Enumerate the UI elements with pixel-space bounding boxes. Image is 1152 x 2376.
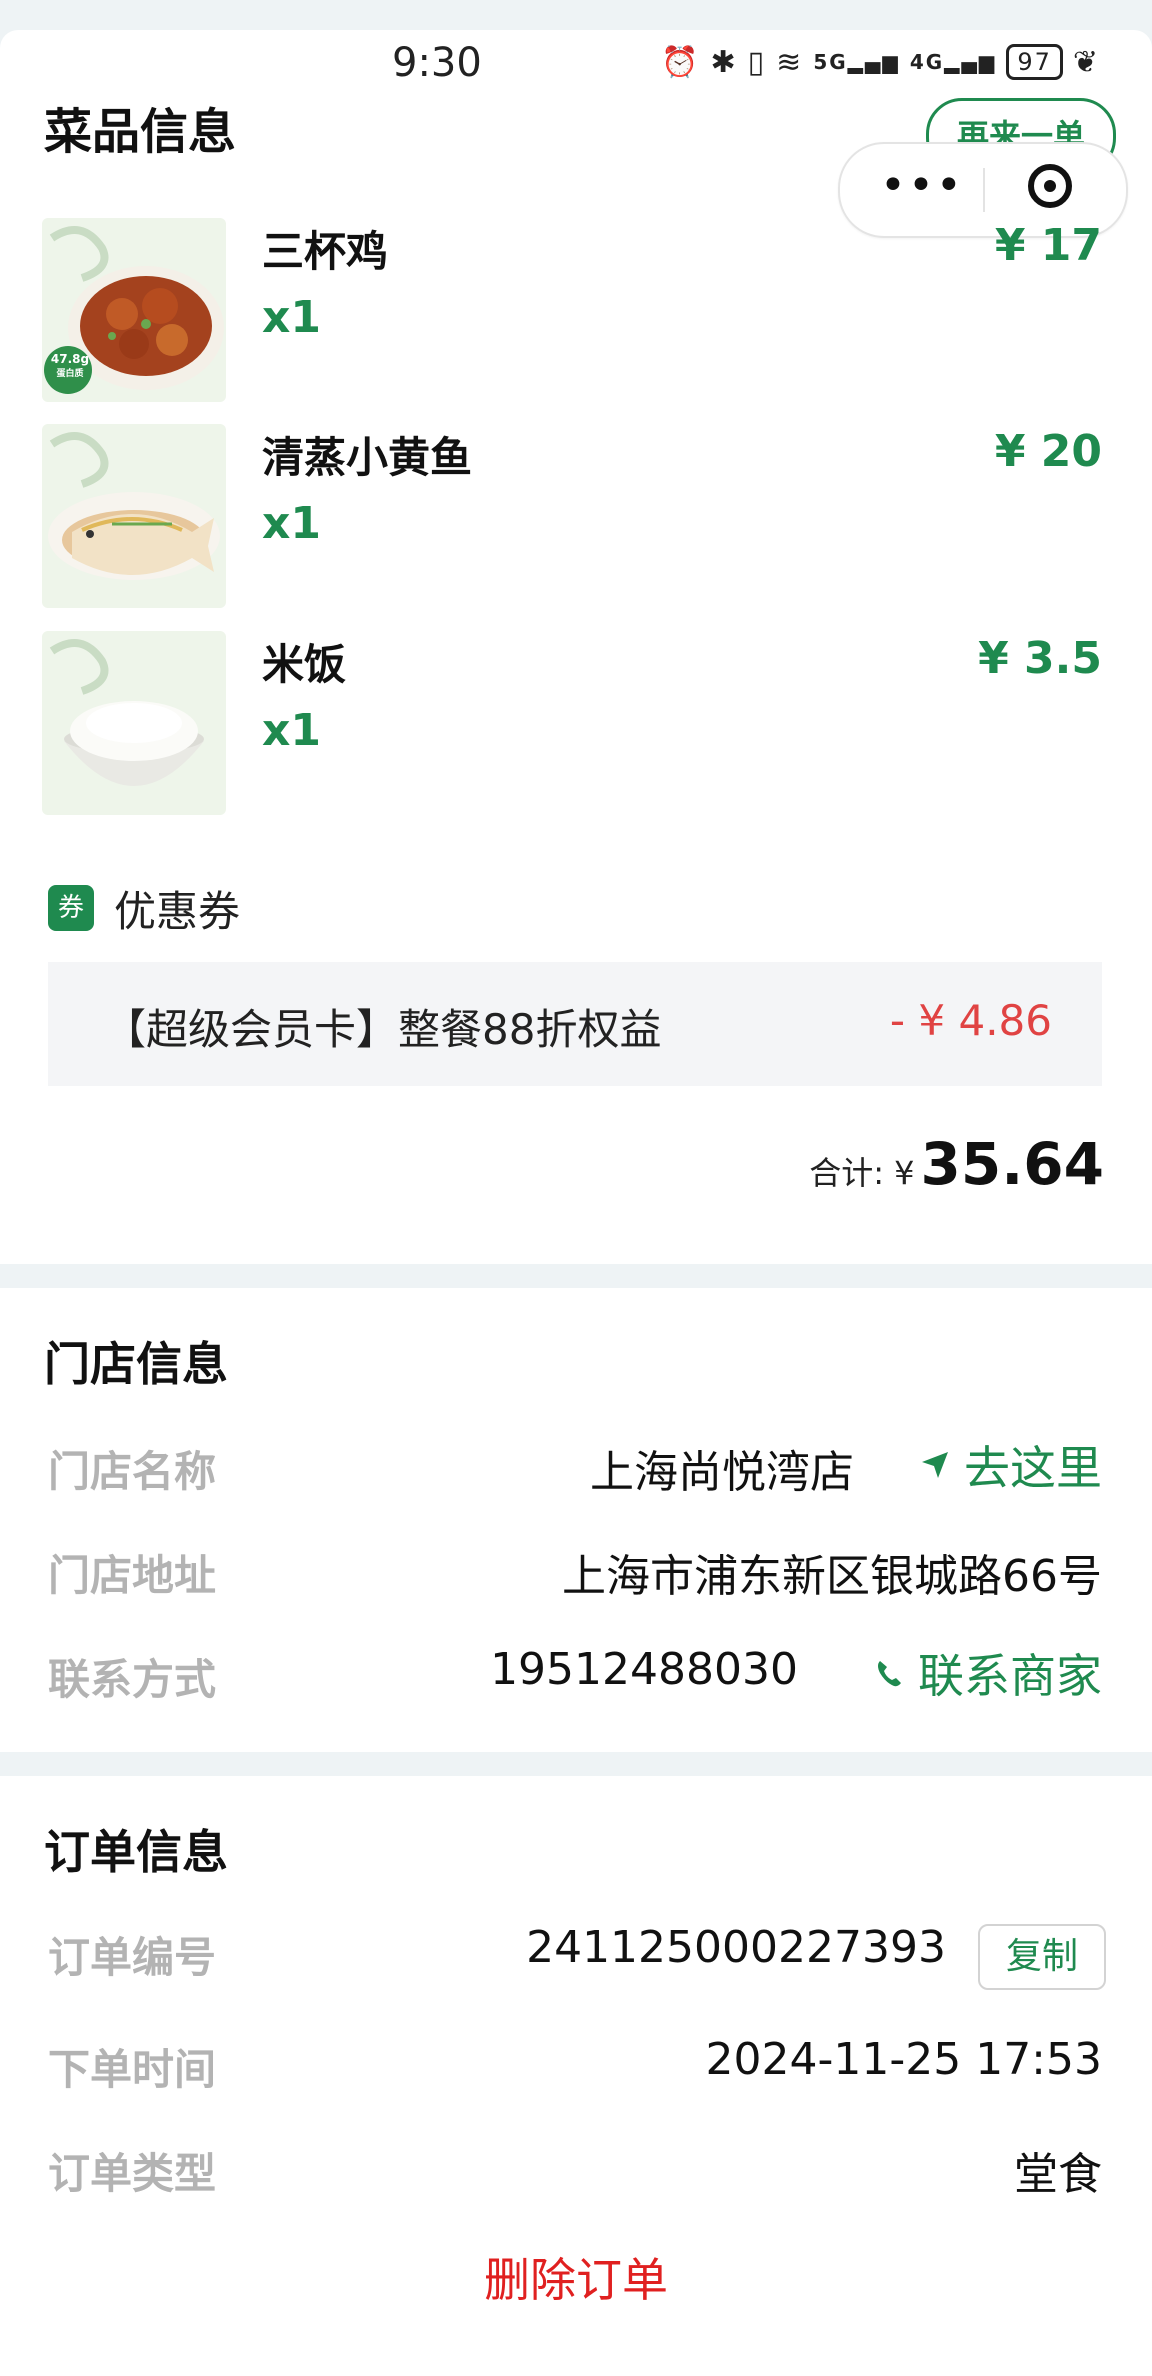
coupon-detail: 【超级会员卡】整餐88折权益 - ¥ 4.86 (48, 962, 1102, 1086)
dish-item: 米饭 x1 ¥ 3.5 (42, 631, 1102, 817)
store-name-label: 门店名称 (48, 1447, 217, 1496)
capsule-divider (983, 168, 985, 212)
coupon-description: 【超级会员卡】整餐88折权益 (104, 1005, 662, 1054)
protein-badge-label: 蛋白质 (56, 369, 84, 379)
dish-image-steamed-fish (42, 424, 226, 608)
store-address: 上海市浦东新区银城路66号 (562, 1551, 1102, 1602)
wifi-icon: ≋ (776, 44, 804, 80)
total-label: 合计: ¥ (809, 1154, 915, 1192)
close-miniprogram-icon[interactable] (1028, 164, 1072, 208)
protein-badge: 47.8g 蛋白质 (48, 352, 92, 382)
store-section-title: 门店信息 (44, 1337, 228, 1391)
dish-image-sanbeiji: 47.8g 蛋白质 (42, 218, 226, 402)
bluetooth-icon: ✱ (710, 44, 738, 80)
copy-button[interactable]: 复制 (978, 1924, 1106, 1990)
battery-icon: 97 (1006, 44, 1063, 80)
total-value: 35.64 (920, 1130, 1104, 1198)
status-icons: ⏰ ✱ ▯ ≋ 5G▂▄▆ 4G▂▄▆ 97 ❦ (661, 44, 1100, 80)
dish-name: 三杯鸡 (262, 227, 389, 276)
section-divider (0, 1752, 1152, 1776)
dish-name: 清蒸小黄鱼 (262, 433, 473, 482)
order-number: 241125000227393 (526, 1922, 946, 1973)
dish-name: 米饭 (262, 640, 347, 689)
order-section-title: 订单信息 (44, 1825, 228, 1879)
order-type-label: 订单类型 (48, 2149, 217, 2198)
dish-quantity: x1 (262, 498, 321, 549)
store-address-label: 门店地址 (48, 1551, 217, 1600)
contact-merchant-label: 联系商家 (918, 1649, 1102, 1703)
vibrate-icon: ▯ (747, 44, 767, 80)
signal-4g-icon: 4G▂▄▆ (909, 50, 997, 74)
order-time: 2024-11-25 17:53 (705, 2034, 1103, 2085)
store-phone: 19512488030 (490, 1644, 798, 1695)
dish-item: 清蒸小黄鱼 x1 ¥ 20 (42, 424, 1102, 610)
contact-merchant-button[interactable]: 联系商家 (874, 1640, 1102, 1706)
dishes-section-title: 菜品信息 (44, 104, 237, 160)
more-options-icon[interactable]: ••• (880, 164, 964, 208)
store-name: 上海尚悦湾店 (590, 1447, 854, 1498)
delete-order-button[interactable]: 删除订单 (0, 2244, 1152, 2310)
order-type: 堂食 (1014, 2149, 1102, 2200)
alarm-icon: ⏰ (661, 44, 701, 80)
coupon-header: 券 优惠券 (48, 880, 240, 936)
coupon-icon: 券 (48, 885, 94, 931)
contact-label: 联系方式 (48, 1655, 217, 1704)
dish-price: ¥ 17 (994, 220, 1102, 271)
dish-quantity: x1 (262, 292, 321, 343)
order-number-label: 订单编号 (48, 1933, 217, 1982)
dish-image-rice (42, 631, 226, 815)
leaf-icon: ❦ (1072, 44, 1100, 80)
dish-price: ¥ 3.5 (978, 633, 1102, 684)
phone-icon (878, 1661, 901, 1687)
navigate-button[interactable]: 去这里 (920, 1432, 1102, 1498)
coupon-amount: - ¥ 4.86 (889, 996, 1052, 1045)
status-time: 9:30 (392, 40, 482, 86)
navigation-arrow-icon (922, 1452, 948, 1478)
coupon-title: 优惠券 (114, 886, 241, 936)
section-divider (0, 1264, 1152, 1288)
protein-badge-value: 47.8g (50, 352, 90, 366)
dish-quantity: x1 (262, 705, 321, 756)
signal-5g-icon: 5G▂▄▆ (813, 50, 900, 74)
order-total: 合计: ¥ 35.64 (809, 1130, 1104, 1198)
dish-item: 47.8g 蛋白质 三杯鸡 x1 ¥ 17 (42, 218, 1102, 404)
order-time-label: 下单时间 (48, 2045, 217, 2094)
navigate-label: 去这里 (964, 1441, 1102, 1495)
dish-price: ¥ 20 (994, 426, 1102, 477)
